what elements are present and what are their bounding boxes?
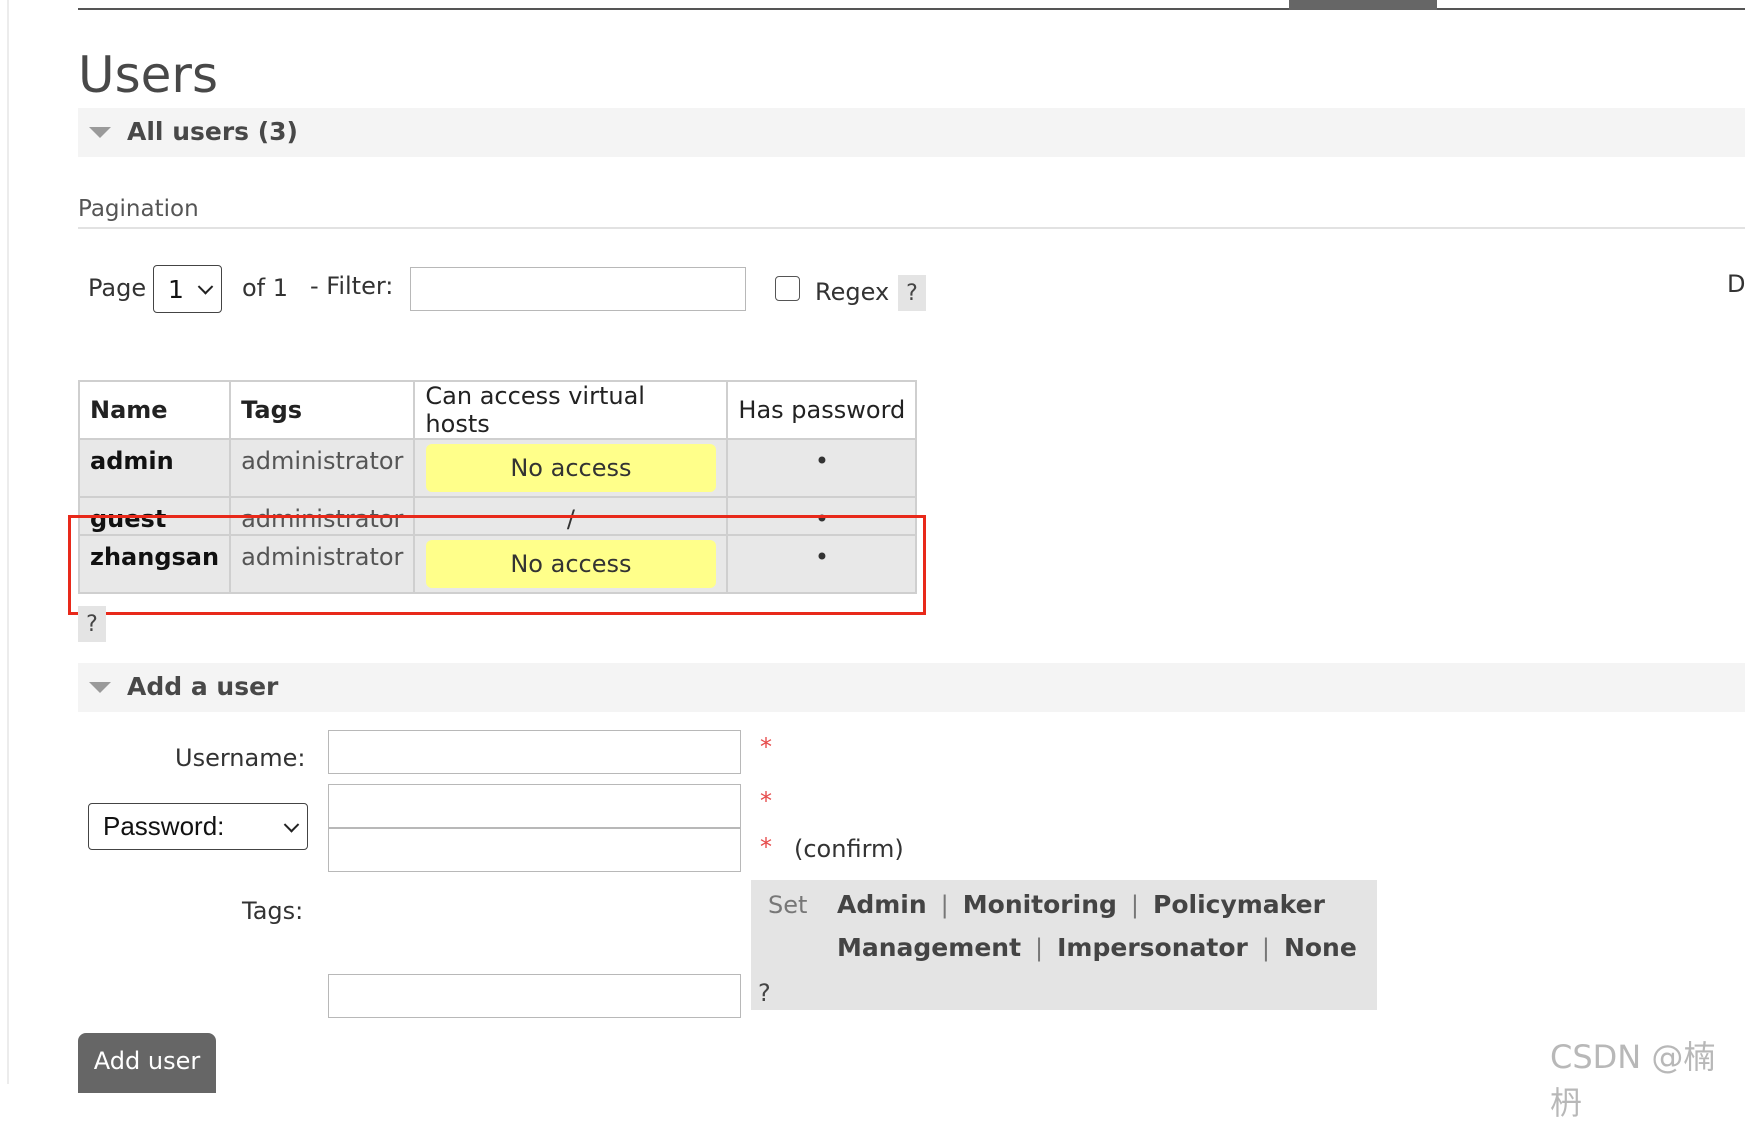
username-label: Username: — [175, 744, 306, 772]
page-label: Page — [88, 274, 147, 302]
page-select-value: 1 — [168, 274, 184, 304]
page-select[interactable]: 1 — [153, 265, 222, 313]
pagination-divider — [78, 227, 1745, 229]
all-users-section-header[interactable]: All users (3) — [78, 108, 1745, 157]
table-help-button[interactable]: ? — [78, 606, 106, 642]
tag-presets-panel: Set Admin | Monitoring | Policymaker Man… — [751, 880, 1377, 1010]
has-password-dot: • — [726, 438, 918, 498]
tags-help-button[interactable]: ? — [758, 979, 771, 1007]
add-user-title: Add a user — [127, 672, 279, 701]
password-input[interactable] — [328, 784, 741, 828]
tag-preset-management[interactable]: Management — [837, 933, 1021, 962]
password-type-value: Password: — [103, 811, 225, 841]
cut-off-text: D — [1727, 270, 1745, 298]
watermark: CSDN @楠枬 — [1550, 1038, 1716, 1122]
active-nav-tab[interactable] — [1289, 0, 1437, 10]
separator: | — [1130, 891, 1139, 919]
separator: | — [940, 891, 949, 919]
page-title: Users — [78, 46, 219, 104]
regex-checkbox[interactable] — [775, 276, 800, 301]
table-header-row: Name Tags Can access virtual hosts Has p… — [77, 380, 918, 440]
table-row[interactable]: admin administrator No access • — [77, 438, 918, 498]
column-header-has-password: Has password — [726, 380, 918, 440]
highlight-annotation-box — [68, 515, 926, 615]
username-input[interactable] — [328, 730, 741, 774]
required-mark: * — [760, 787, 772, 815]
top-nav-rule — [78, 8, 1745, 10]
tag-preset-admin[interactable]: Admin — [837, 890, 927, 919]
tags-label: Tags: — [242, 897, 304, 925]
add-user-section-header[interactable]: Add a user — [78, 663, 1745, 712]
column-header-vhosts: Can access virtual hosts — [413, 380, 729, 440]
tag-preset-row-2: Management | Impersonator | None — [837, 933, 1357, 962]
column-header-name[interactable]: Name — [77, 380, 232, 440]
all-users-title: All users (3) — [127, 117, 298, 146]
collapse-triangle-icon[interactable] — [89, 127, 111, 138]
filter-input[interactable] — [410, 267, 746, 311]
tags-input[interactable] — [328, 974, 741, 1018]
user-vhosts-cell: No access — [413, 438, 729, 498]
user-tags: administrator — [229, 438, 416, 498]
required-mark: * — [760, 833, 772, 861]
pagination-label: Pagination — [78, 196, 199, 222]
column-header-tags[interactable]: Tags — [229, 380, 416, 440]
filter-label: - Filter: — [310, 272, 394, 300]
regex-label: Regex — [815, 278, 890, 306]
page-of-label: of 1 — [242, 274, 289, 302]
add-user-button[interactable]: Add user — [78, 1033, 216, 1093]
password-confirm-input[interactable] — [328, 828, 741, 872]
required-mark: * — [760, 733, 772, 761]
no-access-badge: No access — [425, 444, 716, 492]
collapse-triangle-icon[interactable] — [89, 682, 111, 693]
page-left-border — [7, 0, 9, 1084]
password-type-select[interactable]: Password: — [88, 803, 308, 850]
confirm-label: (confirm) — [794, 835, 904, 863]
regex-help-button[interactable]: ? — [898, 275, 926, 311]
tag-preset-impersonator[interactable]: Impersonator — [1057, 933, 1248, 962]
chevron-down-icon — [283, 816, 300, 833]
separator: | — [1261, 934, 1270, 962]
tag-preset-monitoring[interactable]: Monitoring — [963, 890, 1117, 919]
tag-preset-none[interactable]: None — [1284, 933, 1357, 962]
set-label: Set — [768, 891, 808, 919]
chevron-down-icon — [197, 279, 214, 295]
separator: | — [1035, 934, 1044, 962]
tag-preset-policymaker[interactable]: Policymaker — [1153, 890, 1325, 919]
tag-preset-row-1: Admin | Monitoring | Policymaker — [837, 890, 1325, 919]
user-name-link[interactable]: admin — [77, 438, 232, 498]
